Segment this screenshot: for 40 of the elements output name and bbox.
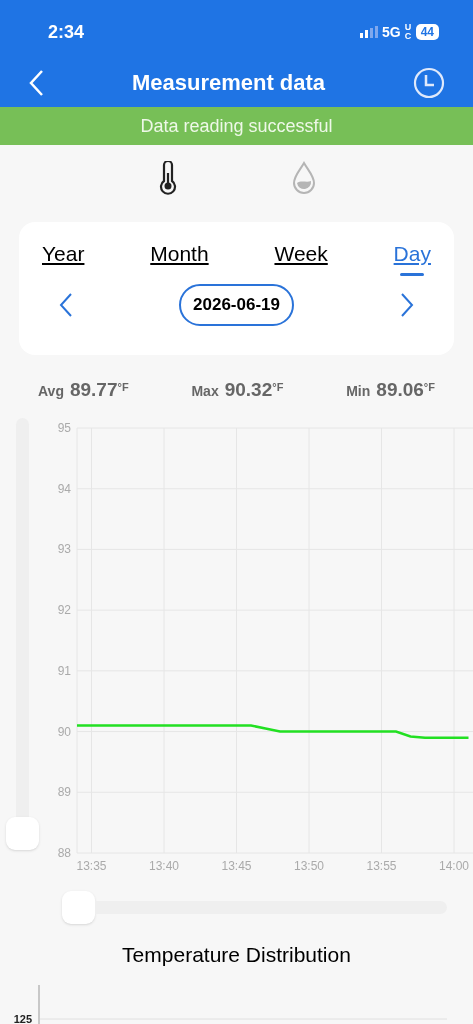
y-tick-label: 92 <box>57 603 71 618</box>
distribution-title: Temperature Distribution <box>121 942 352 969</box>
previous-icon[interactable] <box>59 291 73 318</box>
stat-label: Max <box>191 382 219 402</box>
y-tick-label: 94 <box>57 481 71 496</box>
x-tick-label: 13:45 <box>221 859 252 873</box>
success-banner: Data reading successful <box>0 107 473 145</box>
axis-label: 125 <box>13 1013 32 1024</box>
x-tick-label: 13:40 <box>149 859 179 873</box>
date-button[interactable]: 2026-06-19 <box>179 283 294 326</box>
status-time: 2:34 <box>48 20 85 44</box>
x-tick-label: 13:35 <box>76 859 107 873</box>
stat-label: Avg <box>38 382 64 402</box>
battery-icon: 44 <box>415 24 439 40</box>
back-icon[interactable] <box>28 68 44 97</box>
signal-icon <box>359 26 378 38</box>
period-tab[interactable]: Year <box>42 238 85 276</box>
y-tick-label: 89 <box>57 785 71 800</box>
network-label: 5G <box>381 22 401 42</box>
y-tick-label: 93 <box>57 542 71 557</box>
next-icon[interactable] <box>400 291 414 318</box>
slider-thumb[interactable] <box>5 817 39 850</box>
clock-icon[interactable] <box>413 66 445 99</box>
y-tick-label: 90 <box>57 724 71 739</box>
y-tick-label: 88 <box>57 846 71 860</box>
stat-value: 89.06$^{°F}$ <box>376 378 435 403</box>
page-title: Measurement data <box>131 69 326 97</box>
period-tab[interactable]: Month <box>150 238 209 276</box>
period-tab[interactable]: Day <box>393 238 431 276</box>
x-tick-label: 13:55 <box>366 859 397 873</box>
network-type-label: UC <box>404 23 412 41</box>
x-tick-label: 14:00 <box>439 859 469 873</box>
stat-value: 90.32$^{°F}$ <box>224 378 284 403</box>
period-tab[interactable]: Week <box>274 238 328 276</box>
y-tick-label: 95 <box>57 421 71 435</box>
x-tick-label: 13:50 <box>294 859 324 873</box>
slider-thumb[interactable] <box>62 891 95 924</box>
stat-label: Min <box>346 382 371 402</box>
y-tick-label: 91 <box>57 663 71 678</box>
stat-value: 89.77$^{°F}$ <box>69 378 129 403</box>
